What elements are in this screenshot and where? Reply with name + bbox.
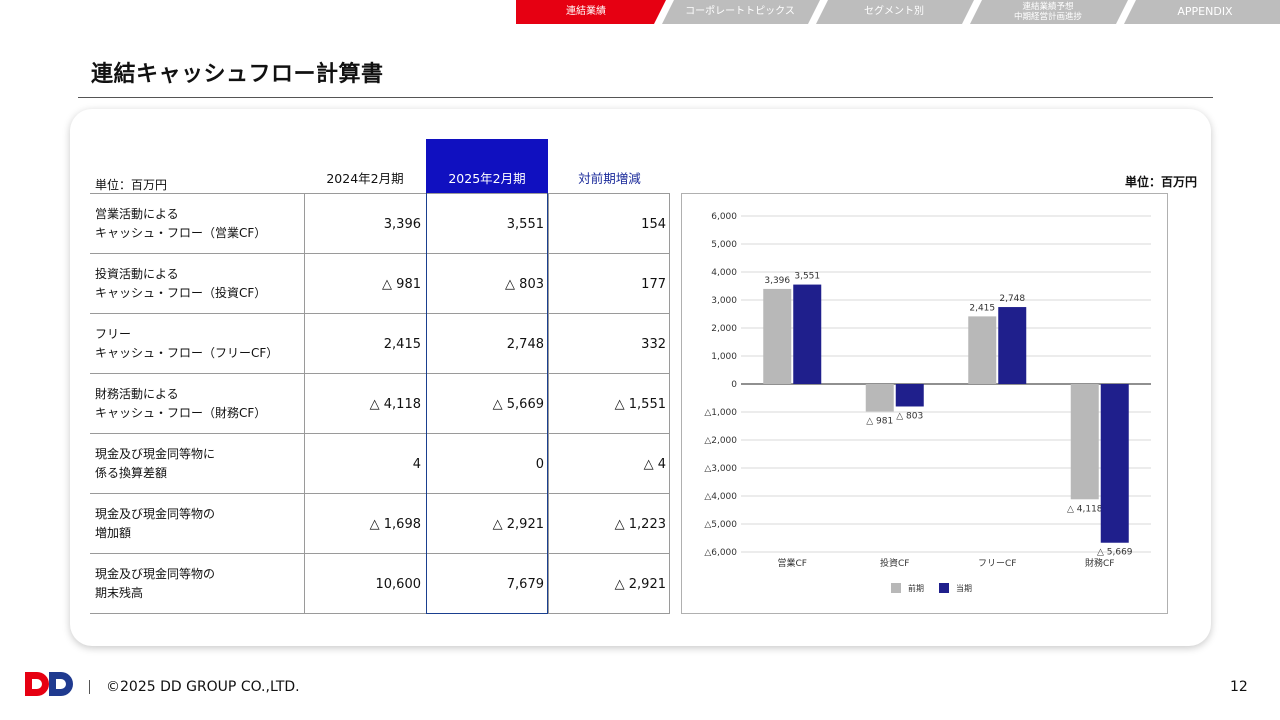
x-tick-label: 営業CF (778, 557, 807, 569)
table-row: 投資活動による キャッシュ・フロー（投資CF） △ 981 △ 803 177 (90, 253, 670, 313)
data-label: △ 5,669 (1097, 548, 1133, 558)
chart-svg: 6,000 5,000 4,000 3,000 2,000 1,000 0 △1,000 △2,… (704, 212, 1151, 593)
legend-swatch (939, 583, 949, 593)
page-title: 連結キャッシュフロー計算書 (91, 62, 384, 87)
cell-prev: △ 1,698 (369, 516, 421, 532)
row-label: 財務活動による キャッシュ・フロー（財務CF） (95, 387, 267, 420)
y-tick-label: △2,000 (704, 436, 737, 446)
bar (968, 316, 997, 384)
table-row: 現金及び現金同等物に 係る換算差額 4 0 △ 4 (90, 433, 670, 493)
table-row: フリー キャッシュ・フロー（フリーCF） 2,415 2,748 332 (90, 313, 670, 373)
cell-change: 177 (641, 276, 666, 292)
y-tick-label: 3,000 (711, 296, 737, 306)
column-header-prev: 2024年2月期 (326, 171, 404, 186)
y-tick-label: 4,000 (711, 268, 737, 278)
nav-tab-label: 連結業績予想 中期経営計画進捗 (1013, 2, 1082, 22)
cell-prev: 10,600 (375, 576, 422, 592)
x-tick-label: 投資CF (880, 557, 909, 569)
nav-tab-label: コーポレートトピックス (685, 6, 795, 17)
cell-change: △ 1,223 (614, 516, 666, 532)
nav-tab-consolidated-results[interactable]: 連結業績 (516, 0, 656, 24)
table-row: 現金及び現金同等物の 期末残高 10,600 7,679 △ 2,921 (90, 553, 670, 614)
row-label: フリー キャッシュ・フロー（フリーCF） (95, 327, 279, 360)
title-divider (78, 97, 1213, 98)
table-divider (548, 193, 549, 614)
chart-unit-label: 単位：百万円 (1125, 175, 1198, 189)
nav-tab-forecast[interactable]: 連結業績予想 中期経営計画進捗 (974, 0, 1122, 24)
cell-change: △ 1,551 (614, 396, 666, 412)
nav-tab-label: 連結業績 (566, 6, 606, 17)
legend-swatch (891, 583, 901, 593)
legend-label: 当期 (956, 583, 972, 593)
y-tick-label: △1,000 (704, 408, 737, 418)
y-tick-label: 1,000 (711, 352, 737, 362)
data-label: 3,551 (794, 272, 820, 282)
x-tick-label: 財務CF (1085, 557, 1114, 569)
cell-change: △ 2,921 (614, 576, 666, 592)
y-tick-label: 2,000 (711, 324, 737, 334)
cashflow-bar-chart: 6,000 5,000 4,000 3,000 2,000 1,000 0 △1,000 △2,… (681, 193, 1168, 614)
y-tick-label: 6,000 (711, 212, 737, 222)
y-tick-label: 0 (731, 380, 737, 390)
row-label: 現金及び現金同等物の 期末残高 (95, 567, 216, 600)
row-label: 現金及び現金同等物の 増加額 (95, 507, 216, 540)
row-label: 現金及び現金同等物に 係る換算差額 (95, 447, 216, 480)
column-header-curr: 2025年2月期 (448, 171, 526, 186)
nav-tab-corporate-topics[interactable]: コーポレートトピックス (666, 0, 814, 24)
cell-prev: 3,396 (383, 216, 421, 232)
bar (865, 384, 894, 412)
copyright-text: ©2025 DD GROUP CO.,LTD. (106, 679, 300, 695)
bar (998, 307, 1027, 384)
data-label: 3,396 (764, 276, 790, 286)
data-label: △ 981 (866, 416, 893, 426)
page-number: 12 (1230, 679, 1248, 695)
y-tick-label: △6,000 (704, 548, 737, 558)
x-tick-label: フリーCF (978, 559, 1016, 569)
table-row: 財務活動による キャッシュ・フロー（財務CF） △ 4,118 △ 5,669 … (90, 373, 670, 433)
table-unit-label: 単位：百万円 (95, 178, 168, 192)
cell-prev: 4 (412, 456, 421, 472)
cell-change: 154 (641, 216, 666, 232)
cell-prev: 2,415 (383, 336, 421, 352)
legend-label: 前期 (908, 583, 924, 593)
table-divider (669, 193, 670, 614)
data-label: 2,415 (969, 303, 995, 313)
bar (1070, 384, 1099, 500)
cashflow-table: 営業活動による キャッシュ・フロー（営業CF） 3,396 3,551 154 … (90, 193, 670, 614)
cell-prev: △ 981 (382, 276, 421, 292)
bar (895, 384, 924, 407)
y-tick-label: △5,000 (704, 520, 737, 530)
bar (1100, 384, 1129, 543)
nav-tab-appendix[interactable]: APPENDIX (1130, 0, 1280, 24)
footer-separator (89, 680, 90, 694)
y-tick-label: 5,000 (711, 240, 737, 250)
top-nav: 連結業績 コーポレートトピックス セグメント別 連結業績予想 中期経営計画進捗 … (516, 0, 1280, 24)
table-row: 現金及び現金同等物の 増加額 △ 1,698 △ 2,921 △ 1,223 (90, 493, 670, 553)
column-header-change: 対前期増減 (578, 171, 641, 186)
current-period-column-frame (426, 193, 548, 614)
table-row: 営業活動による キャッシュ・フロー（営業CF） 3,396 3,551 154 (90, 193, 670, 253)
y-tick-label: △4,000 (704, 492, 737, 502)
nav-tab-label: セグメント別 (864, 6, 924, 17)
nav-tab-label: APPENDIX (1177, 5, 1233, 18)
y-tick-label: △3,000 (704, 464, 737, 474)
nav-tab-segments[interactable]: セグメント別 (820, 0, 968, 24)
table-divider (304, 193, 305, 614)
row-label: 投資活動による キャッシュ・フロー（投資CF） (95, 267, 267, 300)
cell-prev: △ 4,118 (369, 396, 421, 412)
data-label: 2,748 (999, 294, 1025, 304)
row-label: 営業活動による キャッシュ・フロー（営業CF） (95, 207, 267, 240)
cell-change: △ 4 (643, 456, 666, 472)
data-label: △ 4,118 (1067, 504, 1103, 514)
bar (763, 288, 792, 384)
dd-logo-icon (25, 672, 73, 696)
bar (793, 284, 822, 384)
cell-change: 332 (641, 336, 666, 352)
data-label: △ 803 (896, 411, 923, 421)
